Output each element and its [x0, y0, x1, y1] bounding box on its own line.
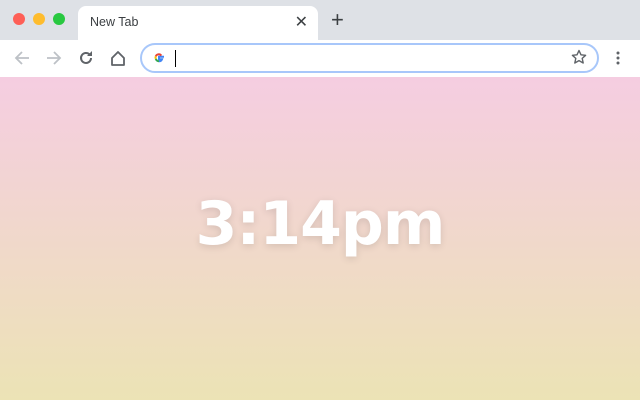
- more-vert-icon: [616, 51, 620, 65]
- minimize-window-button[interactable]: [33, 13, 45, 25]
- forward-button[interactable]: [43, 47, 65, 69]
- title-bar: New Tab ✕ +: [0, 0, 640, 40]
- close-window-button[interactable]: [13, 13, 25, 25]
- toolbar: [0, 40, 640, 77]
- tab-new-tab[interactable]: New Tab ✕: [78, 6, 318, 40]
- menu-button[interactable]: [607, 47, 629, 69]
- address-bar[interactable]: [140, 43, 599, 73]
- back-button[interactable]: [11, 47, 33, 69]
- google-icon: [154, 53, 164, 63]
- close-tab-icon[interactable]: ✕: [295, 12, 308, 32]
- arrow-left-icon: [14, 51, 29, 65]
- home-icon: [111, 51, 125, 66]
- reload-button[interactable]: [75, 47, 97, 69]
- text-caret: [175, 50, 176, 67]
- omnibox-input[interactable]: [178, 48, 558, 68]
- new-tab-page: 3:14pm: [0, 77, 640, 400]
- reload-icon: [80, 51, 92, 64]
- new-tab-button[interactable]: +: [331, 9, 344, 31]
- maximize-window-button[interactable]: [53, 13, 65, 25]
- arrow-right-icon: [47, 51, 62, 65]
- bookmark-star-icon[interactable]: [571, 49, 587, 65]
- tab-title: New Tab: [90, 15, 139, 29]
- clock-time: 3:14pm: [195, 189, 446, 259]
- home-button[interactable]: [107, 47, 129, 69]
